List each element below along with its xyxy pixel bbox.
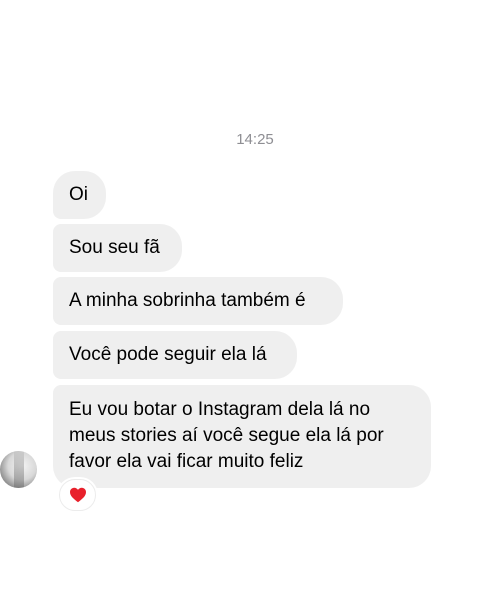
message-bubble[interactable]: Sou seu fã bbox=[53, 224, 182, 272]
message-text: Você pode seguir ela lá bbox=[69, 344, 267, 365]
red-heart-icon bbox=[69, 487, 86, 503]
message-text: Oi bbox=[69, 184, 88, 205]
message-text: Eu vou botar o Instagram dela lá no meus… bbox=[69, 399, 384, 472]
message-bubble[interactable]: A minha sobrinha também é bbox=[53, 277, 343, 325]
message-bubble[interactable]: Oi bbox=[53, 171, 106, 219]
message-bubble[interactable]: Eu vou botar o Instagram dela lá no meus… bbox=[53, 385, 431, 488]
message-text: Sou seu fã bbox=[69, 237, 160, 258]
avatar-photo-detail bbox=[14, 451, 24, 488]
reaction-badge[interactable] bbox=[59, 479, 96, 511]
message-text: A minha sobrinha também é bbox=[69, 290, 306, 311]
message-timestamp: 14:25 bbox=[236, 131, 274, 148]
sender-avatar[interactable] bbox=[0, 451, 37, 488]
message-bubble[interactable]: Você pode seguir ela lá bbox=[53, 331, 297, 379]
